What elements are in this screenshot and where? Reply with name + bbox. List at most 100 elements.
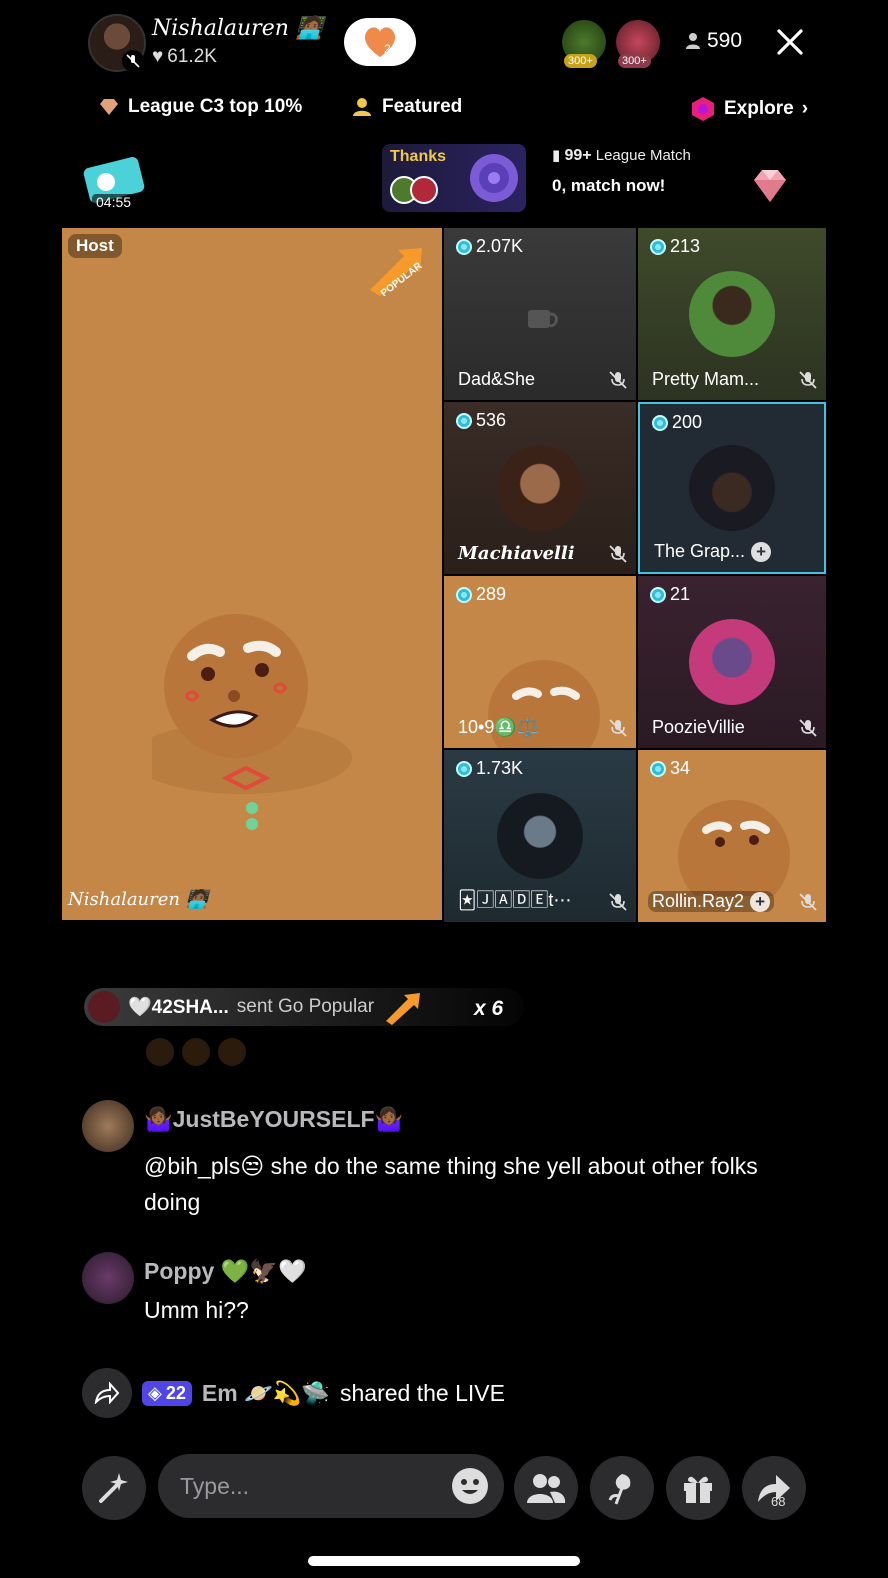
follow-button[interactable]: 2	[344, 18, 416, 66]
top-gifter-2[interactable]: 300+	[616, 20, 660, 68]
popular-badge-icon: POPULAR	[370, 248, 425, 296]
timer-label: 04:55	[92, 194, 136, 210]
level-value: 22	[165, 1382, 186, 1403]
score-icon	[456, 760, 472, 777]
guest-name: Pretty Mam...	[652, 369, 760, 389]
guest-name: Dad&She	[458, 369, 536, 389]
score-icon	[456, 586, 472, 603]
comment-avatar[interactable]	[82, 1100, 134, 1152]
featured-chip[interactable]: Featured	[352, 96, 462, 118]
heart-icon: ♥	[152, 46, 164, 67]
guest-name: 🃏🄹🄰🄳🄴t⋯	[458, 890, 572, 910]
gingerbread-avatar	[152, 614, 352, 830]
score-icon	[456, 238, 472, 255]
gift-sender: 🤍42SHA...	[128, 997, 229, 1018]
guest-avatar	[689, 619, 775, 705]
featured-label: Featured	[382, 96, 463, 117]
viewer-count-value: 590	[707, 29, 743, 52]
score-icon	[456, 412, 472, 429]
guest-tile[interactable]: 213 Pretty Mam...	[638, 228, 826, 400]
share-text: shared the LIVE	[339, 1379, 505, 1406]
score-value: 200	[672, 412, 703, 432]
guest-tile[interactable]: 34 Rollin.Ray2 +	[638, 750, 826, 922]
guest-tile[interactable]: 1.73K 🃏🄹🄰🄳🄴t⋯	[444, 750, 636, 922]
viewer-count[interactable]: 590	[685, 29, 742, 53]
guest-tile[interactable]: 289 10•9♎️⚖️	[444, 576, 636, 748]
thanks-label: Thanks	[390, 148, 447, 165]
league-match-label: League Match	[595, 147, 691, 164]
mic-off-icon	[609, 719, 627, 737]
league-match[interactable]: ▮ 99+ League Match	[552, 146, 691, 165]
comment-text: @bih_pls😒 she do the same thing she yell…	[144, 1153, 758, 1215]
mic-off-icon	[799, 719, 817, 737]
share-count: 68	[771, 1494, 786, 1509]
magic-icon	[99, 1473, 128, 1503]
score-icon	[650, 586, 666, 603]
share-username[interactable]: Em 🪐💫🛸	[202, 1380, 330, 1407]
home-indicator[interactable]	[308, 1556, 580, 1566]
comment-username[interactable]: 🤷🏾‍♀️JustBeYOURSELF🤷🏾‍♀️	[144, 1106, 403, 1133]
add-icon[interactable]: +	[751, 542, 772, 562]
guest-name: Machiavelli	[458, 543, 575, 564]
comment-input[interactable]: Type...	[158, 1454, 504, 1518]
gift-banner[interactable]: 🤍42SHA... sent Go Popular	[84, 988, 524, 1026]
gift-button[interactable]	[666, 1456, 730, 1520]
guest-score: 1.73K	[456, 758, 523, 779]
target-icon	[470, 154, 518, 202]
host-video[interactable]: Host POPULAR Nishalauren 🧑🏾‍💻	[62, 228, 442, 920]
mic-off-icon	[122, 50, 144, 72]
close-button[interactable]	[772, 22, 808, 62]
score-value: 289	[476, 584, 507, 604]
guest-name: PoozieVillie	[652, 717, 745, 737]
host-likes-count: 61.2K	[167, 46, 217, 67]
explore-label: Explore	[724, 98, 794, 119]
featured-person-icon	[353, 98, 371, 116]
guest-score: 536	[456, 410, 506, 431]
share-button[interactable]	[742, 1456, 806, 1520]
share-icon	[82, 1368, 132, 1418]
comment-text: Umm hi??	[144, 1297, 249, 1323]
thanks-card[interactable]: Thanks	[382, 144, 526, 212]
guest-avatar	[689, 271, 775, 357]
guest-avatar	[497, 793, 583, 879]
share-event: ◈ 22 Em 🪐💫🛸 shared the LIVE	[82, 1368, 505, 1418]
league-chip[interactable]: League C3 top 10%	[98, 96, 302, 118]
add-icon[interactable]: +	[750, 892, 771, 912]
guest-tile[interactable]: 536 Machiavelli	[444, 402, 636, 574]
mic-off-icon	[799, 371, 817, 389]
thanks-avatar	[410, 176, 438, 204]
guest-score: 34	[650, 758, 690, 779]
chevron-right-icon: ›	[801, 98, 809, 119]
guests-button[interactable]	[514, 1456, 578, 1520]
close-icon	[777, 29, 803, 55]
match-now[interactable]: 0, match now!	[552, 176, 665, 196]
guest-score: 2.07K	[456, 236, 523, 257]
score-icon	[650, 238, 666, 255]
score-value: 536	[476, 410, 507, 430]
emoji-icon[interactable]	[450, 1466, 490, 1506]
explore-button[interactable]: Explore ›	[690, 96, 808, 122]
guest-tile[interactable]: 2.07K Dad&She	[444, 228, 636, 400]
comment-username[interactable]: Poppy 💚🦅🤍	[144, 1258, 307, 1285]
rose-icon	[608, 1474, 631, 1505]
guest-name-text: The Grap...	[654, 540, 746, 561]
top-gifter-1[interactable]: 300+	[562, 20, 606, 68]
diamond-icon[interactable]	[750, 166, 790, 206]
explore-icon	[692, 97, 714, 121]
rose-button[interactable]	[590, 1456, 654, 1520]
mic-off-icon	[609, 545, 627, 563]
comment-avatar[interactable]	[82, 1252, 134, 1304]
gift-count: x 6	[474, 997, 504, 1020]
popular-rocket-icon	[386, 993, 421, 1025]
mic-off-icon	[799, 893, 817, 911]
host-name[interactable]: Nishalauren 🧑🏾‍💻	[152, 16, 323, 41]
score-value: 213	[670, 236, 701, 256]
gift-text: sent Go Popular	[236, 996, 375, 1017]
gingerbread-avatar	[678, 800, 790, 896]
score-value: 21	[670, 584, 691, 604]
people-icon	[527, 1474, 566, 1503]
quick-actions-button[interactable]	[82, 1456, 146, 1520]
guest-tile-active[interactable]: 200 The Grap... +	[638, 402, 826, 574]
guest-tile[interactable]: 21 PoozieVillie	[638, 576, 826, 748]
follow-count: 2	[384, 42, 391, 56]
